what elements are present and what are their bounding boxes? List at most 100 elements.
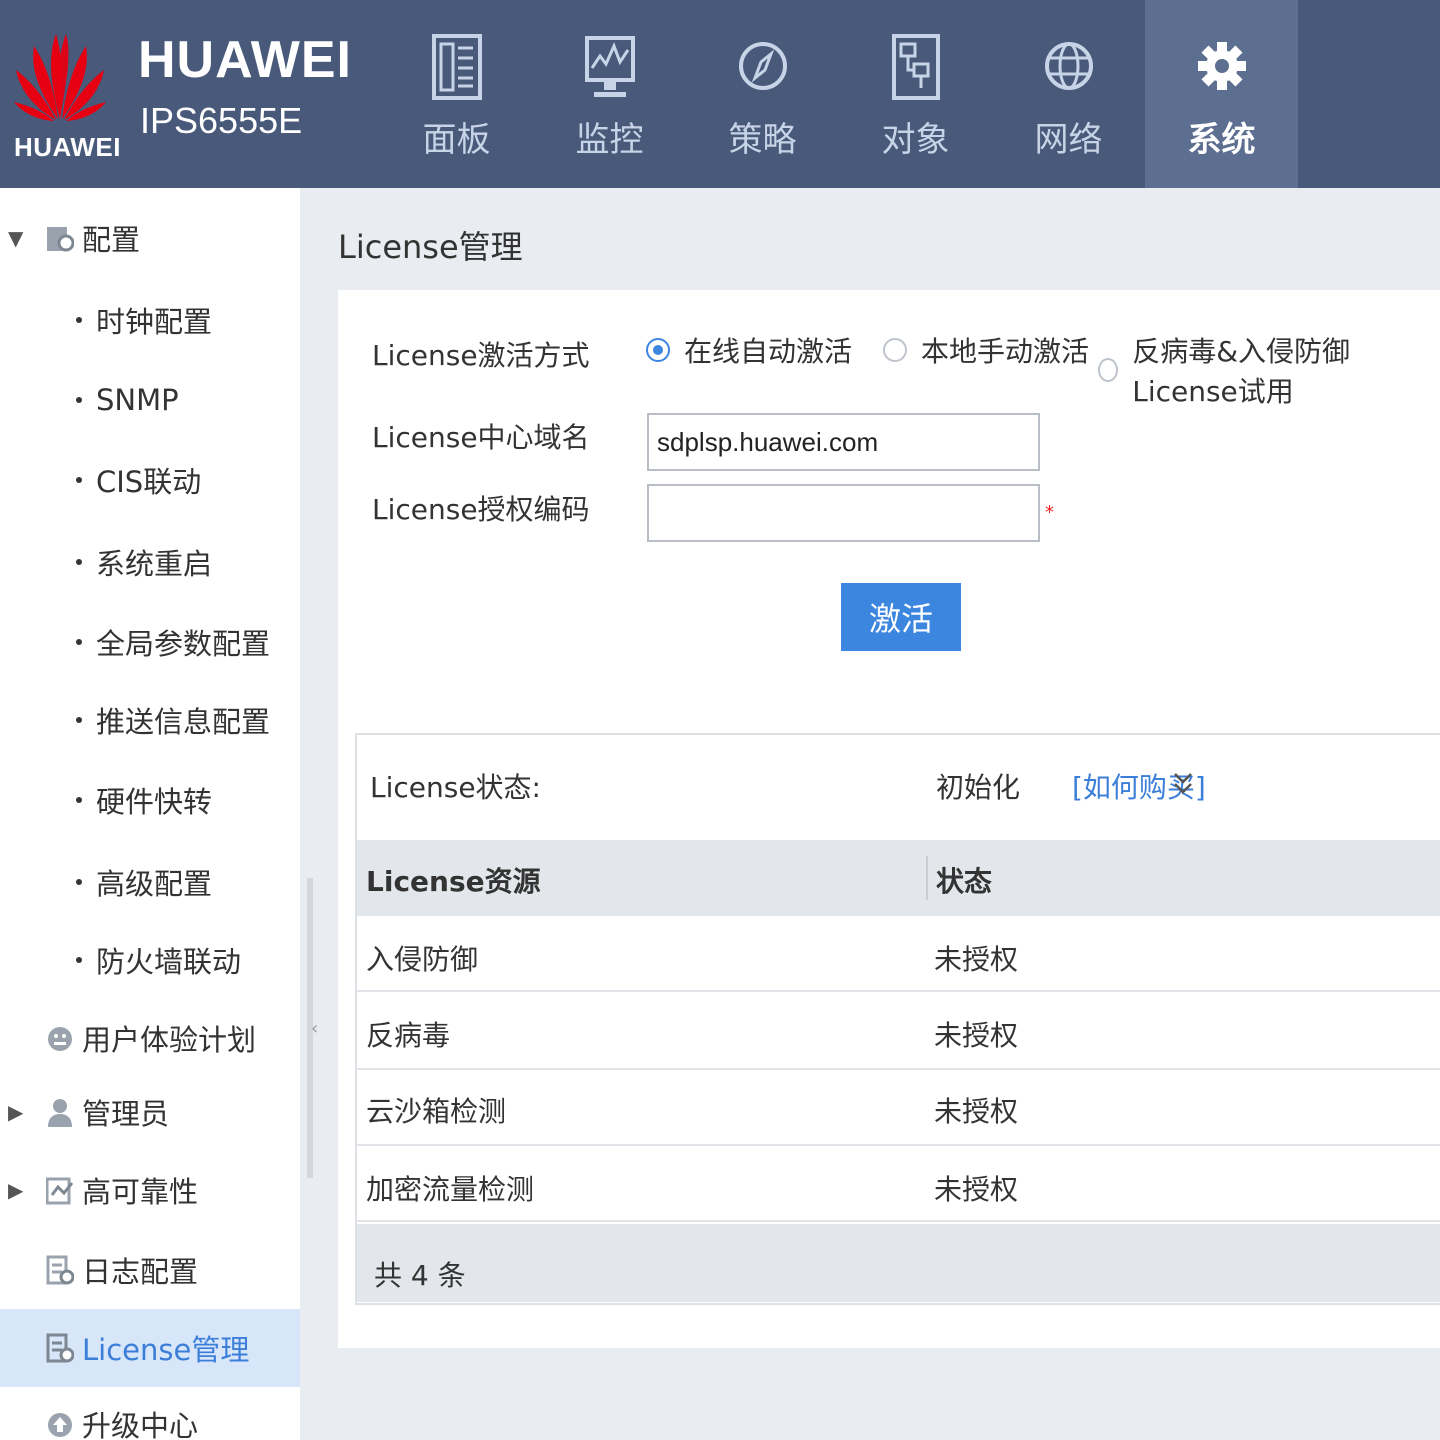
radio-local-activation[interactable]: 本地手动激活 (883, 330, 1089, 370)
cell-status: 未授权 (934, 1019, 1019, 1052)
device-model: IPS6555E (140, 100, 303, 141)
sidebar-item-label: CIS联动 (96, 465, 202, 499)
monitor-icon (584, 36, 635, 97)
sidebar-item-label: 全局参数配置 (96, 627, 271, 661)
caret-right-icon[interactable]: ▶ (8, 1100, 23, 1124)
sidebar-item-log[interactable]: 日志配置 (0, 1240, 300, 1300)
log-icon (46, 1255, 74, 1285)
compass-icon (738, 42, 787, 90)
radio-unchecked-icon[interactable] (1098, 358, 1119, 382)
sidebar-item-ha[interactable]: ▶ 高可靠性 (0, 1160, 300, 1220)
activate-button[interactable]: 激活 (841, 583, 961, 651)
nav-label: 系统 (1187, 120, 1256, 160)
smile-icon (48, 1027, 72, 1051)
sidebar-item-admin[interactable]: ▶ 管理员 (0, 1082, 300, 1142)
sidebar-item-config[interactable]: ▼ 配置 (0, 208, 300, 268)
sidebar-item-label: 防火墙联动 (96, 945, 242, 979)
nav-network[interactable]: 网络 (992, 0, 1145, 188)
radio-checked-icon[interactable] (646, 338, 670, 362)
collapse-arrow-icon[interactable]: ‹ (311, 1018, 318, 1039)
table-row (357, 994, 1440, 1070)
radio-label: 在线自动激活 (684, 335, 853, 368)
radio-unchecked-icon[interactable] (883, 338, 907, 362)
sidebar-item-label: License管理 (82, 1333, 250, 1367)
cell-status: 未授权 (934, 1173, 1019, 1206)
sidebar-item-label: 高级配置 (96, 867, 213, 901)
license-domain-input[interactable] (647, 413, 1040, 471)
caret-down-icon[interactable]: ▼ (8, 226, 23, 250)
bullet (76, 957, 82, 963)
sidebar-item-label: 用户体验计划 (82, 1023, 257, 1057)
nav-object[interactable]: 对象 (839, 0, 992, 188)
nav-system[interactable]: 系统 (1145, 0, 1298, 188)
sidebar-item-cis[interactable]: CIS联动 (0, 450, 300, 510)
column-header-resource[interactable]: License资源 (366, 860, 541, 900)
page-title: License管理 (338, 228, 523, 266)
nav-label: 面板 (422, 120, 491, 160)
bullet (76, 397, 82, 403)
radio-label: 反病毒&入侵防御License试用 (1132, 335, 1351, 408)
bullet (76, 477, 82, 483)
sidebar-item-clock[interactable]: 时钟配置 (0, 290, 300, 350)
logo-wordmark: HUAWEI (14, 132, 121, 162)
domain-label: License中心域名 (372, 421, 590, 454)
radio-label: 本地手动激活 (921, 335, 1090, 368)
nav-policy[interactable]: 策略 (686, 0, 839, 188)
nav-label: 监控 (575, 120, 644, 160)
cell-resource: 云沙箱检测 (366, 1095, 507, 1128)
globe-icon (1044, 42, 1093, 90)
nav-monitor[interactable]: 监控 (533, 0, 686, 188)
cell-status: 未授权 (934, 1095, 1019, 1128)
auth-code-label: License授权编码 (372, 493, 590, 526)
sidebar-item-reboot[interactable]: 系统重启 (0, 532, 300, 592)
bullet (76, 559, 82, 565)
column-header-status[interactable]: 状态 (936, 860, 992, 900)
license-icon (46, 1333, 74, 1363)
sidebar-item-label: 时钟配置 (96, 305, 213, 339)
bullet (76, 797, 82, 803)
nav-dashboard[interactable]: 面板 (380, 0, 533, 188)
table-footer (357, 1224, 1440, 1302)
table-row (357, 916, 1440, 992)
reliability-icon (46, 1177, 74, 1205)
gear-icon (1197, 42, 1246, 90)
huawei-logo: HUAWEI (10, 24, 121, 174)
bullet (76, 639, 82, 645)
radio-trial-license[interactable]: 反病毒&入侵防御License试用 (1098, 330, 1440, 410)
sidebar-item-ux-plan[interactable]: 用户体验计划 (0, 1008, 300, 1068)
double-chevron-down-icon[interactable] (1172, 770, 1194, 798)
total-count: 共 4 条 (374, 1259, 466, 1292)
bullet (76, 317, 82, 323)
sidebar-item-label: 升级中心 (82, 1409, 199, 1440)
sidebar-item-upgrade[interactable]: 升级中心 (0, 1394, 300, 1440)
sidebar-item-license[interactable]: License管理 (0, 1309, 300, 1387)
bullet (76, 717, 82, 723)
sidebar-item-snmp[interactable]: SNMP (0, 370, 300, 430)
required-marker: * (1045, 502, 1054, 523)
caret-right-icon[interactable]: ▶ (8, 1178, 23, 1202)
sidebar-item-push-info[interactable]: 推送信息配置 (0, 690, 300, 750)
nav-label: 网络 (1034, 120, 1103, 160)
sidebar-item-label: 推送信息配置 (96, 705, 271, 739)
upgrade-icon (48, 1413, 72, 1437)
license-status-value: 初始化 (936, 771, 1021, 804)
license-status-label: License状态: (370, 771, 541, 804)
cell-resource: 反病毒 (366, 1019, 451, 1052)
sidebar-item-label: 日志配置 (82, 1255, 199, 1289)
activation-method-label: License激活方式 (372, 339, 590, 372)
config-icon (47, 227, 74, 252)
sidebar-item-hw-forwarding[interactable]: 硬件快转 (0, 770, 300, 830)
license-code-input[interactable] (647, 484, 1040, 542)
radio-online-activation[interactable]: 在线自动激活 (646, 330, 852, 370)
sidebar: ▼ 配置 时钟配置 SNMP CIS联动 系统重启 全局参数配置 推送信息配置 … (0, 188, 300, 1440)
sidebar-item-advanced[interactable]: 高级配置 (0, 852, 300, 912)
sidebar-item-label: 配置 (82, 223, 141, 257)
sidebar-item-label: SNMP (96, 383, 179, 417)
sidebar-item-firewall[interactable]: 防火墙联动 (0, 930, 300, 990)
user-icon (48, 1099, 72, 1127)
column-divider (926, 856, 928, 900)
cell-resource: 入侵防御 (366, 943, 479, 976)
table-row (357, 1070, 1440, 1146)
sidebar-item-global-params[interactable]: 全局参数配置 (0, 612, 300, 672)
cell-resource: 加密流量检测 (366, 1173, 535, 1206)
